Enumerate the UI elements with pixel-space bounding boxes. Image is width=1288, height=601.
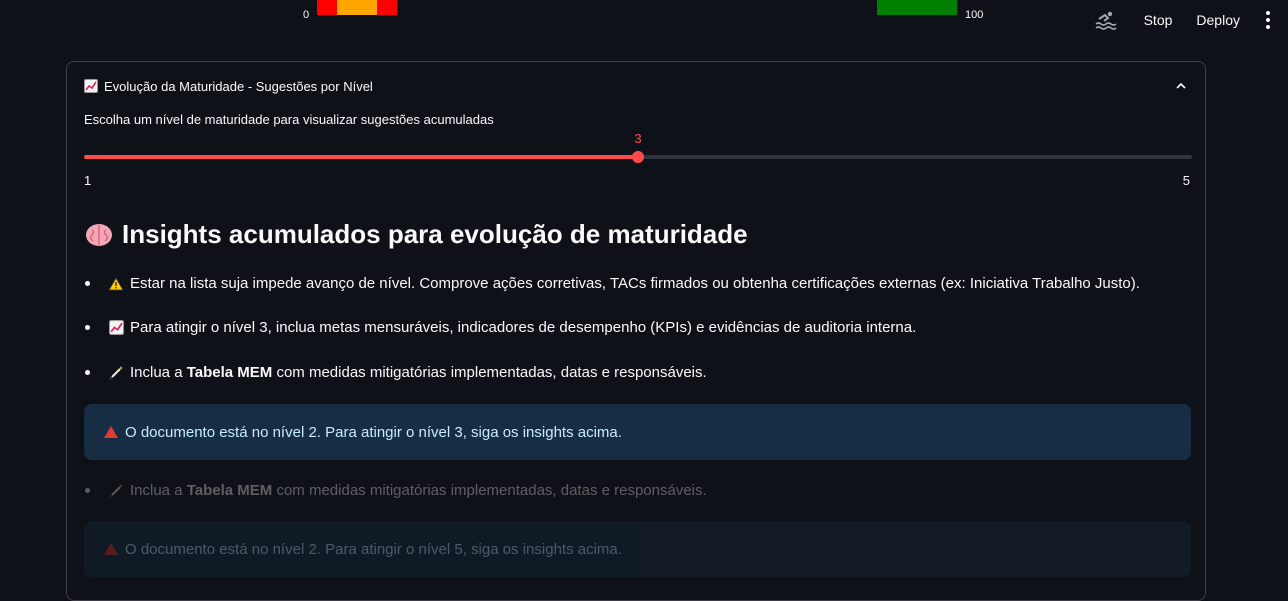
gauge-bar-green [877, 0, 957, 15]
slider-value: 3 [634, 131, 642, 146]
stale-info-alert: O documento está no nível 2. Para atingi… [84, 521, 1191, 577]
slider-fill [84, 155, 638, 159]
brain-icon [86, 223, 112, 246]
list-item: Estar na lista suja impede avanço de nív… [84, 275, 1140, 292]
stop-button[interactable]: Stop [1132, 12, 1185, 28]
maturity-slider[interactable]: 3 [84, 131, 1192, 163]
chevron-up-icon[interactable] [1174, 79, 1188, 93]
magic-wand-icon [108, 483, 124, 499]
chart-increasing-icon [84, 79, 98, 93]
gauge-max-label: 100 [965, 9, 984, 21]
slider-thumb[interactable] [632, 151, 644, 163]
magic-wand-icon [108, 365, 124, 381]
maturity-expander: Evolução da Maturidade - Sugestões por N… [66, 61, 1206, 601]
warning-triangle-icon [104, 543, 118, 555]
slider-max-label: 5 [1182, 173, 1190, 188]
slider-label: Escolha um nível de maturidade para visu… [84, 112, 494, 127]
kebab-menu-icon[interactable] [1258, 8, 1278, 32]
gauge-bar-orange [337, 0, 377, 15]
app-toolbar: Stop Deploy [1094, 8, 1278, 32]
list-item: Inclua a Tabela MEM com medidas mitigató… [84, 364, 707, 381]
info-alert: O documento está no nível 2. Para atingi… [84, 404, 1191, 460]
insights-heading: Insights acumulados para evolução de mat… [84, 219, 748, 250]
gauge-min-label: 0 [303, 9, 310, 21]
stale-list-item: Inclua a Tabela MEM com medidas mitigató… [84, 482, 707, 499]
swimmer-icon [1094, 8, 1118, 32]
chart-increasing-icon [108, 320, 124, 336]
expander-header[interactable]: Evolução da Maturidade - Sugestões por N… [84, 76, 1188, 96]
warning-icon [108, 276, 124, 292]
list-item: Para atingir o nível 3, inclua metas men… [84, 319, 916, 336]
warning-triangle-icon [104, 426, 118, 438]
expander-title: Evolução da Maturidade - Sugestões por N… [104, 78, 373, 94]
deploy-button[interactable]: Deploy [1184, 12, 1252, 28]
slider-min-label: 1 [84, 173, 92, 188]
